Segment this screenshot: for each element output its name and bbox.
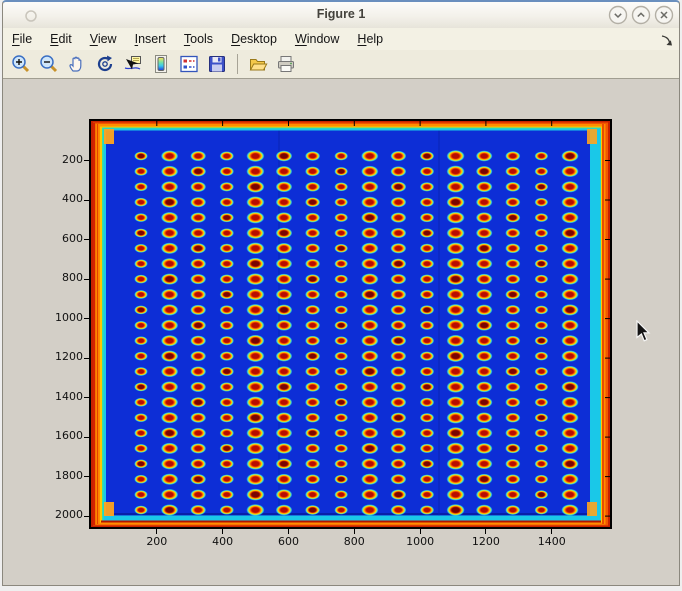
- zoom-in-icon: [11, 54, 31, 74]
- y-tick: [84, 358, 89, 359]
- y-tick-label: 200: [25, 153, 83, 166]
- y-tick-label: 1200: [25, 350, 83, 363]
- x-tick: [485, 529, 486, 534]
- unshade-button[interactable]: [631, 5, 651, 25]
- data-cursor-button[interactable]: [122, 53, 144, 75]
- window-title: Figure 1: [3, 7, 679, 21]
- rotate-3d-icon: [95, 54, 115, 74]
- zoom-out-button[interactable]: [38, 53, 60, 75]
- y-tick: [84, 160, 89, 161]
- x-tick-label: 400: [198, 535, 248, 548]
- print-figure-button[interactable]: [275, 53, 297, 75]
- x-tick: [420, 529, 421, 534]
- y-tick-label: 1600: [25, 429, 83, 442]
- x-tick: [222, 529, 223, 534]
- insert-legend-button[interactable]: [178, 53, 200, 75]
- axes: 2004006008001000120014002004006008001000…: [61, 112, 666, 572]
- plot-image: [89, 119, 612, 529]
- figure-window: Figure 1 File Edit View Insert Tools Desktop W…: [2, 0, 680, 586]
- x-tick-label: 1000: [395, 535, 445, 548]
- zoom-in-button[interactable]: [10, 53, 32, 75]
- y-tick: [84, 200, 89, 201]
- menu-item-edit[interactable]: Edit: [50, 32, 72, 46]
- open-file-button[interactable]: [247, 53, 269, 75]
- menu-item-window[interactable]: Window: [295, 32, 339, 46]
- save-icon: [207, 54, 227, 74]
- insert-colorbar-button[interactable]: [150, 53, 172, 75]
- menu-item-tools[interactable]: Tools: [184, 32, 213, 46]
- titlebar-controls: [608, 5, 674, 25]
- y-tick-label: 1000: [25, 311, 83, 324]
- y-tick-label: 600: [25, 232, 83, 245]
- print-icon: [276, 54, 296, 74]
- y-tick: [84, 279, 89, 280]
- y-tick: [84, 318, 89, 319]
- toolbar: [3, 50, 679, 79]
- save-figure-button[interactable]: [206, 53, 228, 75]
- menu-item-insert[interactable]: Insert: [135, 32, 166, 46]
- menu-bar: File Edit View Insert Tools Desktop Window Help: [3, 28, 679, 50]
- menu-item-help[interactable]: Help: [357, 32, 383, 46]
- x-tick-label: 200: [132, 535, 182, 548]
- figure-canvas: 200 400 600 800 1000 1200 1400 200 400 600 800 1000…: [3, 79, 679, 585]
- close-button[interactable]: [654, 5, 674, 25]
- menu-item-file[interactable]: File: [12, 32, 32, 46]
- x-tick: [551, 529, 552, 534]
- pan-button[interactable]: [66, 53, 88, 75]
- y-tick: [84, 397, 89, 398]
- shade-button[interactable]: [608, 5, 628, 25]
- close-icon: [654, 5, 674, 25]
- heatmap-image: [91, 121, 610, 527]
- colorbar-icon: [151, 54, 171, 74]
- chevron-down-icon: [608, 5, 628, 25]
- mouse-cursor: [636, 320, 652, 343]
- x-tick-label: 800: [329, 535, 379, 548]
- titlebar[interactable]: Figure 1: [3, 2, 679, 29]
- x-tick: [288, 529, 289, 534]
- data-cursor-icon: [123, 54, 143, 74]
- x-tick: [354, 529, 355, 534]
- y-tick-label: 1800: [25, 469, 83, 482]
- legend-icon: [179, 54, 199, 74]
- chevron-up-icon: [631, 5, 651, 25]
- y-tick-label: 2000: [25, 508, 83, 521]
- y-tick: [84, 437, 89, 438]
- open-folder-icon: [248, 54, 268, 74]
- y-tick: [84, 516, 89, 517]
- x-tick-label: 1200: [461, 535, 511, 548]
- y-tick-label: 1400: [25, 390, 83, 403]
- rotate-3d-button[interactable]: [94, 53, 116, 75]
- y-tick: [84, 239, 89, 240]
- x-tick: [156, 529, 157, 534]
- menu-item-view[interactable]: View: [90, 32, 117, 46]
- x-tick-label: 600: [263, 535, 313, 548]
- toolbar-separator: [237, 54, 238, 74]
- zoom-out-icon: [39, 54, 59, 74]
- menu-item-desktop[interactable]: Desktop: [231, 32, 277, 46]
- y-tick-label: 800: [25, 271, 83, 284]
- screen: Figure 1 File Edit View Insert Tools Desktop W…: [0, 0, 682, 591]
- y-tick: [84, 476, 89, 477]
- y-tick-label: 400: [25, 192, 83, 205]
- x-tick-label: 1400: [527, 535, 577, 548]
- pan-hand-icon: [67, 54, 87, 74]
